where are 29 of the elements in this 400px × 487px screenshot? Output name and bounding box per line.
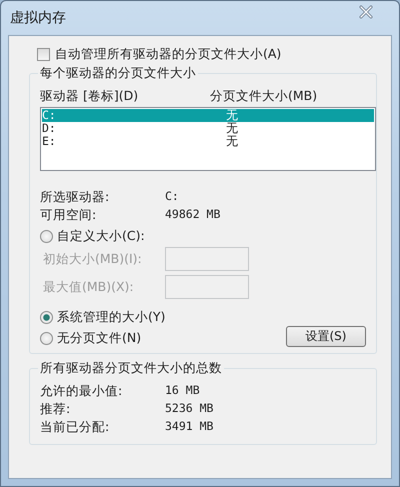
close-icon[interactable] [358, 5, 374, 19]
info-label: 所选驱动器: [40, 189, 110, 206]
drive-row[interactable]: D: 无 [42, 122, 374, 135]
radio-button[interactable] [40, 311, 53, 324]
info-value: C: [165, 189, 180, 205]
group-title: 每个驱动器的分页文件大小 [38, 65, 198, 81]
set-button[interactable]: 设置(S) [286, 326, 366, 347]
total-label: 允许的最小值: [40, 383, 124, 400]
radio-label: 系统管理的大小(Y) [57, 309, 166, 326]
window-title: 虚拟内存 [10, 9, 66, 27]
radio-button[interactable] [40, 332, 53, 345]
total-value: 5236 MB [165, 401, 214, 417]
radio-button[interactable] [40, 230, 53, 243]
checkbox[interactable] [37, 48, 50, 61]
field-label: 初始大小(MB)(I): [42, 250, 143, 268]
group-title: 所有驱动器分页文件大小的总数 [38, 360, 224, 376]
info-label: 可用空间: [40, 207, 98, 224]
radio-label: 自定义大小(C): [57, 228, 145, 245]
info-value: 49862 MB [165, 207, 222, 223]
radio-label: 无分页文件(N) [57, 330, 142, 347]
total-label: 当前已分配: [40, 419, 110, 436]
column-header: 驱动器 [卷标](D) [40, 88, 140, 105]
total-value: 16 MB [165, 383, 201, 399]
field-label: 最大值(MB)(X): [42, 278, 135, 296]
total-value: 3491 MB [165, 419, 214, 435]
drive-row[interactable]: E: 无 [42, 135, 374, 148]
checkbox-label: 自动管理所有驱动器的分页文件大小(A) [55, 46, 282, 63]
column-header: 分页文件大小(MB) [210, 88, 318, 105]
total-label: 推荐: [40, 401, 72, 418]
